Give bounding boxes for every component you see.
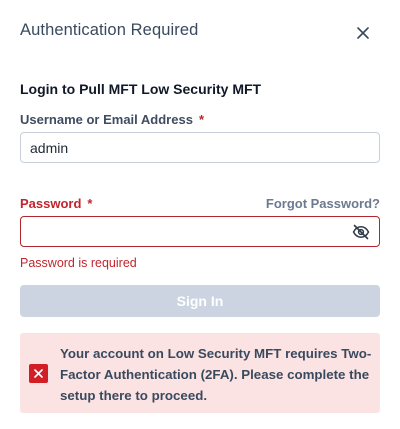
toggle-password-visibility-button[interactable] xyxy=(350,222,372,242)
dialog-title: Authentication Required xyxy=(20,21,199,39)
sign-in-button[interactable]: Sign In xyxy=(20,285,380,317)
close-icon xyxy=(357,27,369,39)
forgot-password-link[interactable]: Forgot Password? xyxy=(266,196,380,211)
eye-off-icon xyxy=(352,224,370,240)
username-label-text: Username or Email Address xyxy=(20,112,193,127)
close-button[interactable] xyxy=(352,22,374,44)
two-factor-alert: Your account on Low Security MFT require… xyxy=(20,333,380,413)
password-input[interactable] xyxy=(20,216,380,247)
password-error-message: Password is required xyxy=(20,256,137,270)
username-input[interactable] xyxy=(20,132,380,163)
password-label: Password * xyxy=(20,196,92,211)
username-label: Username or Email Address * xyxy=(20,112,204,127)
required-marker: * xyxy=(198,112,204,127)
auth-dialog: Authentication Required Login to Pull MF… xyxy=(0,0,400,429)
required-marker: * xyxy=(87,196,93,211)
login-subtitle: Login to Pull MFT Low Security MFT xyxy=(20,81,262,97)
alert-message: Your account on Low Security MFT require… xyxy=(60,346,372,403)
error-x-icon xyxy=(29,364,48,383)
password-label-text: Password xyxy=(20,196,82,211)
